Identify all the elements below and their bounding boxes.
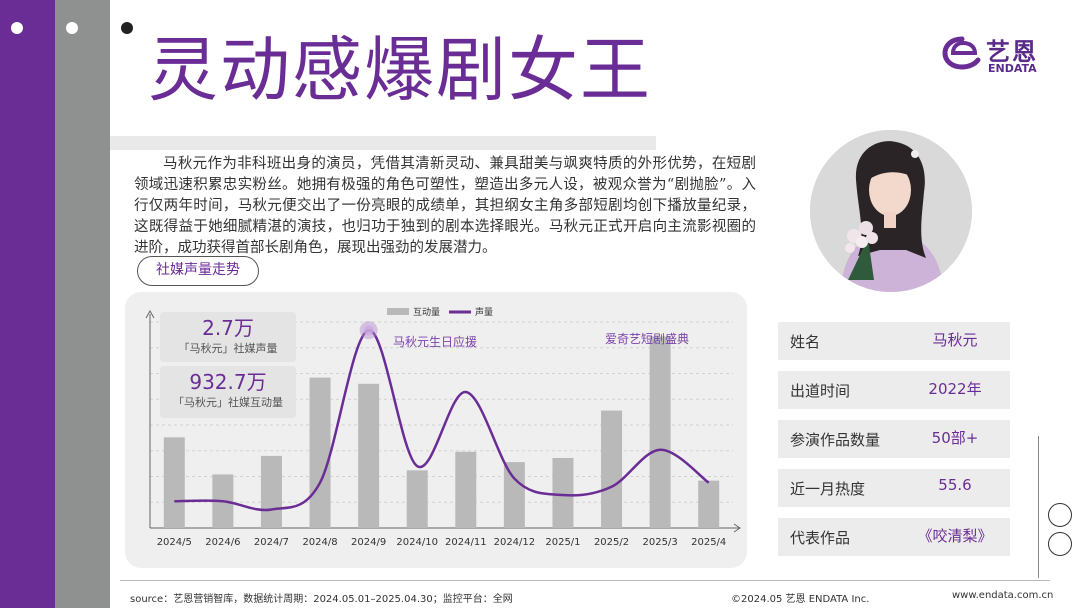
legend-bar-label: 互动量	[413, 307, 440, 318]
stat-volume-label: 「马秋元」社媒声量	[178, 342, 278, 355]
bar-2024/12	[503, 462, 525, 528]
bar-2024/7	[260, 455, 282, 528]
peak-marker-inner	[363, 325, 374, 336]
x-tick-label: 2024/6	[205, 537, 240, 548]
legend-bar-swatch	[387, 308, 409, 315]
info-label-heat: 近一月热度	[790, 480, 866, 498]
x-tick-label: 2025/2	[594, 537, 629, 548]
info-value-representative: 《咬清梨》	[917, 527, 993, 545]
stat-interaction-value: 932.7万	[189, 370, 267, 394]
bar-2025/3	[649, 336, 671, 528]
decor-dot-3	[121, 22, 133, 34]
left-purple-stripe	[0, 0, 55, 608]
page-title: 灵动感爆剧女王	[148, 29, 652, 111]
intro-paragraph: 马秋元作为非科班出身的演员，凭借其清新灵动、兼具甜美与飒爽特质的外形优势，在短剧…	[134, 156, 756, 256]
annotation-festival: 爱奇艺短剧盛典	[605, 332, 690, 346]
footer-divider	[120, 580, 1050, 581]
info-value-heat: 55.6	[938, 476, 972, 494]
bar-2025/2	[601, 410, 623, 528]
info-value-name: 马秋元	[932, 331, 978, 349]
endata-logo: 艺恩 ENDATA	[942, 32, 1052, 76]
info-label-debut: 出道时间	[790, 382, 851, 400]
info-row-works: 参演作品数量 50部+	[778, 420, 1010, 458]
x-tick-label: 2024/8	[302, 537, 337, 548]
stat-volume: 2.7万 「马秋元」社媒声量	[160, 312, 296, 362]
bar-2025/4	[698, 480, 720, 528]
annotation-birthday: 马秋元生日应援	[393, 335, 478, 349]
x-tick-label: 2024/11	[445, 537, 487, 548]
x-tick-label: 2024/10	[396, 537, 438, 548]
info-label-name: 姓名	[790, 333, 821, 351]
portrait-photo	[810, 130, 972, 292]
footer-copyright: ©2024.05 艺恩 ENDATA Inc.	[731, 594, 870, 605]
title-underline-bar	[110, 136, 656, 150]
decor-dot-2	[66, 22, 78, 34]
bar-2024/11	[455, 451, 477, 528]
left-gray-stripe	[55, 0, 110, 608]
info-row-heat: 近一月热度 55.6	[778, 469, 1010, 507]
logo-text-en: ENDATA	[988, 62, 1037, 75]
right-divider-line	[1038, 436, 1039, 578]
info-value-debut: 2022年	[928, 380, 982, 398]
info-row-name: 姓名 马秋元	[778, 322, 1010, 360]
x-tick-label: 2024/9	[351, 537, 386, 548]
stat-volume-value: 2.7万	[202, 316, 254, 340]
stat-interaction: 932.7万 「马秋元」社媒互动量	[160, 366, 296, 418]
info-row-debut: 出道时间 2022年	[778, 371, 1010, 409]
decor-ring-1	[1048, 503, 1072, 527]
x-tick-label: 2025/1	[545, 537, 580, 548]
x-tick-label: 2025/4	[691, 537, 726, 548]
stat-interaction-label: 「马秋元」社媒互动量	[173, 396, 283, 409]
x-tick-label: 2024/7	[254, 537, 289, 548]
info-label-works: 参演作品数量	[790, 431, 881, 449]
bar-2024/8	[309, 377, 331, 528]
footer-source: source：艺恩营销智库，数据统计周期：2024.05.01–2025.04.…	[130, 594, 513, 605]
legend-line-label: 声量	[475, 306, 493, 318]
decor-ring-2	[1048, 532, 1072, 556]
footer-site: www.endata.com.cn	[952, 590, 1054, 601]
bar-2024/10	[406, 470, 428, 528]
x-tick-label: 2024/5	[157, 537, 192, 548]
info-row-representative: 代表作品 《咬清梨》	[778, 518, 1010, 556]
x-tick-label: 2024/12	[494, 537, 536, 548]
section-label-pill: 社媒声量走势	[137, 256, 259, 286]
bar-2025/1	[552, 457, 574, 528]
info-label-representative: 代表作品	[790, 529, 851, 547]
bar-2024/9	[358, 383, 380, 528]
endata-logo-icon	[942, 36, 981, 70]
decor-dot-1	[11, 22, 23, 34]
bar-2024/5	[163, 437, 185, 528]
info-value-works: 50部+	[931, 429, 979, 447]
portrait-illustration	[810, 130, 972, 292]
x-tick-label: 2025/3	[643, 537, 678, 548]
